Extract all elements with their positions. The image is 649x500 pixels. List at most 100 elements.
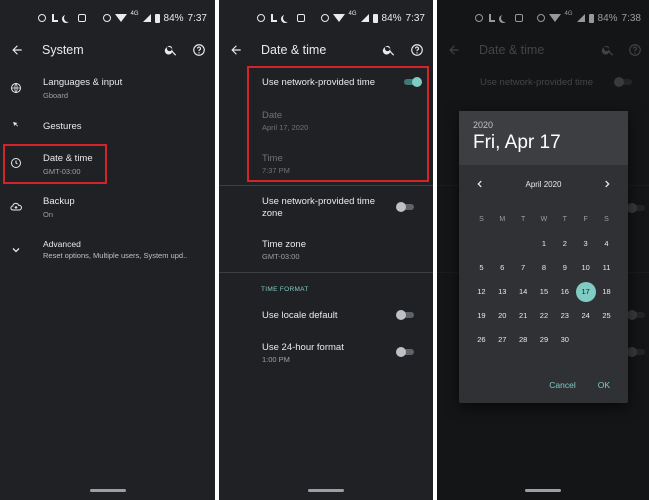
battery-icon [372,13,378,23]
timezone-label: Time zone [262,239,306,250]
weekday-label: W [540,216,548,223]
calendar-day[interactable]: 11 [596,258,617,278]
calendar-day[interactable]: 14 [513,282,534,302]
item-title: Backup [43,196,75,207]
chart-icon [52,14,58,22]
item-subtitle: Gboard [43,91,69,100]
calendar-day[interactable]: 21 [513,306,534,326]
status-bar: 4G 84% 7:37 [219,0,433,36]
calendar-day[interactable]: 2 [554,234,575,254]
weekday-label: T [520,216,526,223]
notification-icon [38,14,46,22]
date-picker-dialog: 2020 Fri, Apr 17 April 2020 SMTWTFS 1234… [459,111,628,403]
timezone-value: GMT-03:00 [262,252,300,261]
calendar-empty-cell [471,234,492,254]
network-zone-row[interactable]: Use network-provided time zone [219,192,433,226]
settings-item-gestures[interactable]: Gestures [0,114,215,142]
clock: 7:37 [405,12,425,24]
item-subtitle: Reset options, Multiple users, System up… [43,251,188,260]
calendar-day[interactable]: 24 [575,306,596,326]
settings-item-advanced[interactable]: Advanced Reset options, Multiple users, … [0,236,215,270]
hour24-toggle[interactable] [396,347,416,357]
calendar-day[interactable]: 22 [534,306,555,326]
calendar-day[interactable]: 7 [513,258,534,278]
cancel-button[interactable]: Cancel [549,380,575,390]
locale-default-toggle[interactable] [396,310,416,320]
settings-item-backup[interactable]: Backup On [0,192,215,226]
calendar-day[interactable]: 9 [554,258,575,278]
calendar-day[interactable]: 23 [554,306,575,326]
network-zone-toggle[interactable] [396,202,416,212]
weekday-label: F [583,216,588,223]
network-type: 4G [348,11,357,17]
locale-default-label: Use locale default [262,310,338,321]
calendar-day[interactable]: 1 [534,234,555,254]
calendar-day[interactable]: 17 [575,282,596,302]
calendar-day[interactable]: 3 [575,234,596,254]
page-title: Date & time [261,43,327,57]
month-navigation: April 2020 [459,177,628,193]
highlight-box [247,66,429,182]
calendar-day[interactable]: 25 [596,306,617,326]
home-indicator[interactable] [525,489,561,492]
home-indicator[interactable] [308,489,344,492]
toolbar: Date & time [219,36,433,66]
toolbar: System [0,36,215,66]
locale-default-row[interactable]: Use locale default [219,305,433,327]
item-title: Advanced [43,239,81,249]
chevron-right-icon[interactable] [602,179,612,189]
calendar-day[interactable]: 5 [471,258,492,278]
moon-icon [283,14,291,22]
calendar-day[interactable]: 27 [492,330,513,350]
calendar-day[interactable]: 29 [534,330,555,350]
calendar-week-row: 19 20 21 22 23 24 25 [471,304,617,328]
calendar-day[interactable]: 10 [575,258,596,278]
app-icon [78,14,86,22]
home-indicator[interactable] [89,489,126,492]
calendar-day[interactable]: 15 [534,282,555,302]
item-subtitle: On [43,210,54,219]
calendar-day[interactable]: 16 [554,282,575,302]
search-icon[interactable] [164,43,178,57]
notification-icon [257,14,265,22]
calendar-day[interactable]: 30 [554,330,575,350]
date-time-screen: 4G 84% 7:37 Date & time Use network-prov… [219,0,433,500]
calendar-day[interactable]: 19 [471,306,492,326]
calendar-day[interactable]: 20 [492,306,513,326]
app-icon [297,14,305,22]
selected-day[interactable]: 17 [575,282,596,302]
calendar-empty-cell [596,330,617,350]
search-icon[interactable] [382,43,396,57]
help-icon[interactable] [410,43,424,57]
calendar-day[interactable]: 8 [534,258,555,278]
section-header: TIME FORMAT [261,286,309,293]
item-title: Gestures [43,121,82,132]
back-arrow-icon[interactable] [229,43,243,57]
calendar-week-row: 5 6 7 8 9 10 11 [471,256,617,280]
system-settings-screen: 4G 84% 7:37 System Languages & input Gbo… [0,0,215,500]
ok-button[interactable]: OK [598,380,610,390]
calendar-day[interactable]: 18 [596,282,617,302]
battery-icon [154,13,160,23]
hour24-label: Use 24-hour format [262,342,344,353]
date-picker-screen: 4G 84% 7:38 Date & time Use network-prov… [437,0,649,500]
back-arrow-icon[interactable] [10,43,24,57]
calendar-day[interactable]: 26 [471,330,492,350]
selected-date: Fri, Apr 17 [473,132,561,153]
page-title: System [42,43,84,57]
highlight-box [3,144,107,184]
calendar-day[interactable]: 12 [471,282,492,302]
help-icon[interactable] [192,43,206,57]
weekday-header: SMTWTFS [471,208,617,232]
calendar-day[interactable]: 4 [596,234,617,254]
year-label[interactable]: 2020 [473,120,493,130]
timezone-row[interactable]: Time zone GMT-03:00 [219,236,433,266]
calendar-day[interactable]: 13 [492,282,513,302]
dialog-actions: Cancel OK [549,380,610,390]
calendar-day[interactable]: 6 [492,258,513,278]
chart-icon [271,14,277,22]
settings-item-languages[interactable]: Languages & input Gboard [0,72,215,108]
calendar-day[interactable]: 28 [513,330,534,350]
hour24-row[interactable]: Use 24-hour format 1:00 PM [219,338,433,368]
calendar-week-row: 1234 [471,232,617,256]
